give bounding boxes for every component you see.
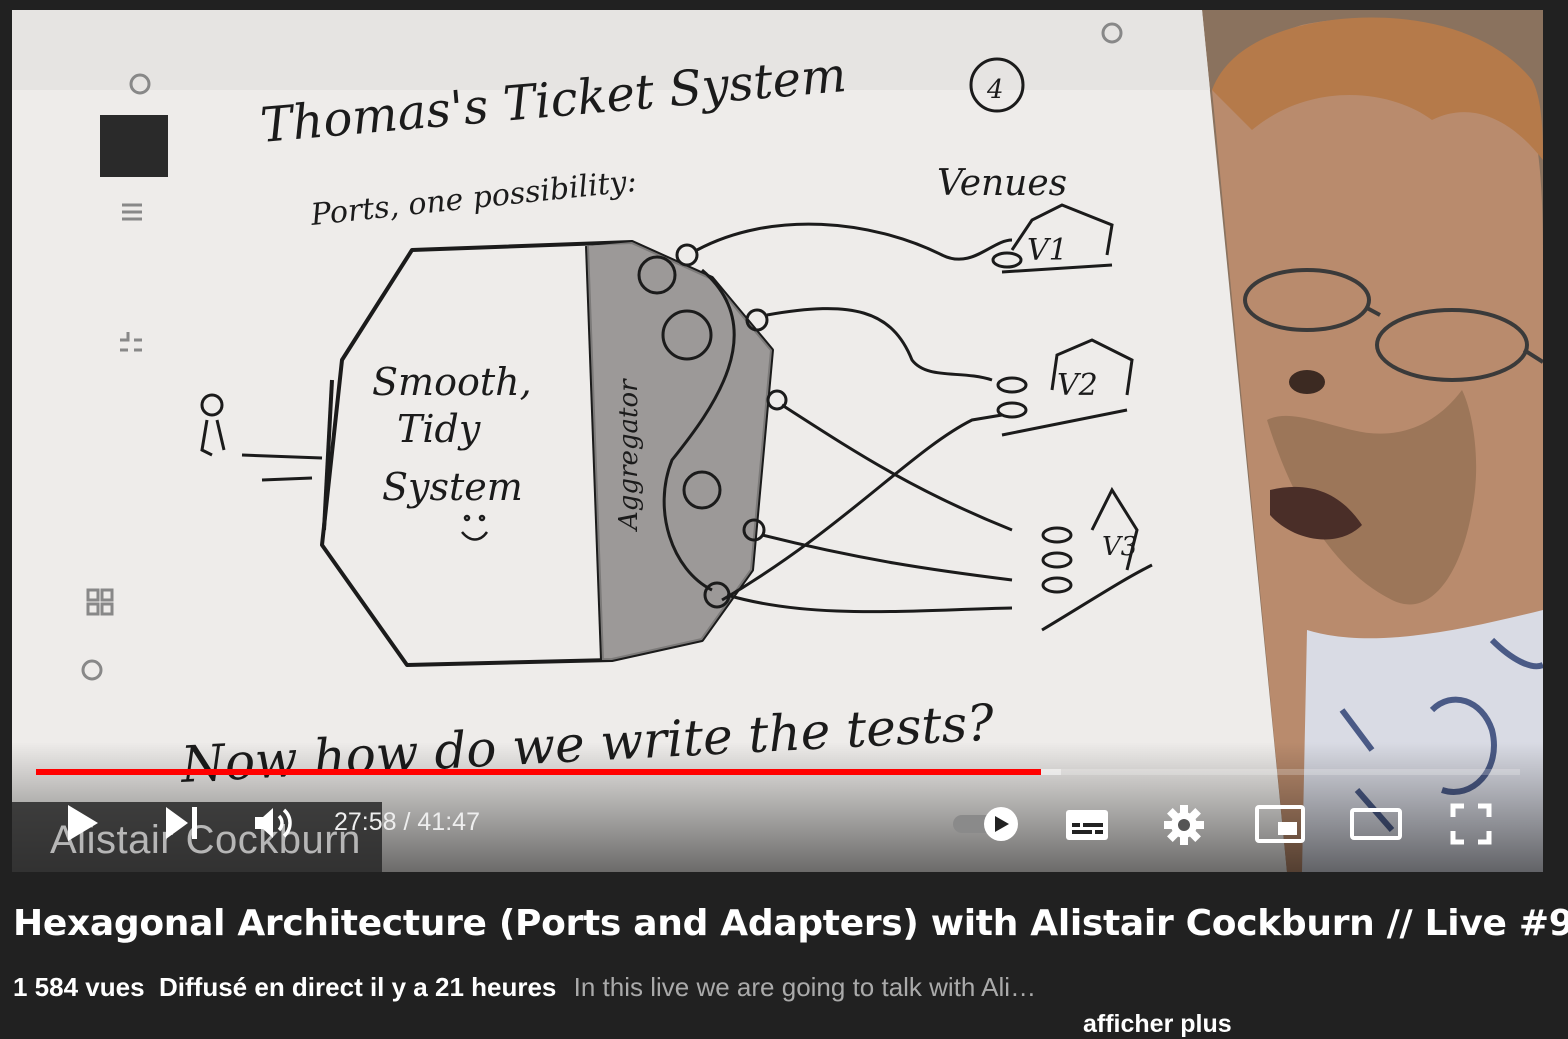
volume-button[interactable] xyxy=(248,798,302,848)
time-separator: / xyxy=(396,808,418,836)
play-button[interactable] xyxy=(54,798,110,848)
tablet-toolbar-block xyxy=(100,115,168,177)
autoplay-toggle[interactable] xyxy=(950,805,1022,843)
show-more-button[interactable]: afficher plus xyxy=(1083,1010,1232,1039)
time-display: 27:58 / 41:47 xyxy=(334,808,480,837)
whiteboard-page-number: 4 xyxy=(986,75,1004,105)
subtitles-button[interactable] xyxy=(1062,805,1112,845)
video-player[interactable]: Thomas's Ticket System Ports, one possib… xyxy=(12,10,1543,872)
fullscreen-button[interactable] xyxy=(1446,800,1496,848)
play-icon xyxy=(68,805,98,841)
description-snippet: In this live we are going to talk with A… xyxy=(573,972,1037,1002)
volume-icon xyxy=(255,808,292,838)
miniplayer-icon xyxy=(1255,805,1305,843)
whiteboard-venue-3: V3 xyxy=(1102,532,1137,562)
whiteboard-center-label-3: System xyxy=(382,465,523,509)
fullscreen-icon xyxy=(1450,803,1492,845)
progress-played xyxy=(36,769,1041,775)
stream-date: Diffusé en direct il y a 21 heures xyxy=(159,972,557,1002)
whiteboard-aggregator-label: Aggregator xyxy=(614,378,644,532)
gear-icon xyxy=(1164,805,1204,845)
view-count: 1 584 vues xyxy=(13,972,145,1002)
whiteboard-venues-label: Venues xyxy=(937,163,1067,204)
autoplay-toggle-icon xyxy=(953,807,1018,841)
subtitles-icon xyxy=(1066,810,1108,840)
whiteboard-venue-2: V2 xyxy=(1057,368,1098,403)
progress-bar[interactable] xyxy=(36,769,1520,775)
whiteboard-center-label-2: Tidy xyxy=(397,407,481,451)
whiteboard-venue-1: V1 xyxy=(1027,233,1068,268)
settings-button[interactable] xyxy=(1160,802,1208,848)
whiteboard-center-label-1: Smooth, xyxy=(372,360,532,404)
next-button[interactable] xyxy=(158,798,206,848)
theater-mode-button[interactable] xyxy=(1346,804,1406,844)
current-time: 27:58 xyxy=(334,808,397,836)
video-meta[interactable]: 1 584 vues Diffusé en direct il y a 21 h… xyxy=(13,972,1036,1003)
theater-mode-icon xyxy=(1350,808,1402,840)
miniplayer-button[interactable] xyxy=(1252,804,1308,844)
video-title: Hexagonal Architecture (Ports and Adapte… xyxy=(13,903,1568,944)
duration: 41:47 xyxy=(417,808,480,836)
skip-next-icon xyxy=(166,807,197,839)
